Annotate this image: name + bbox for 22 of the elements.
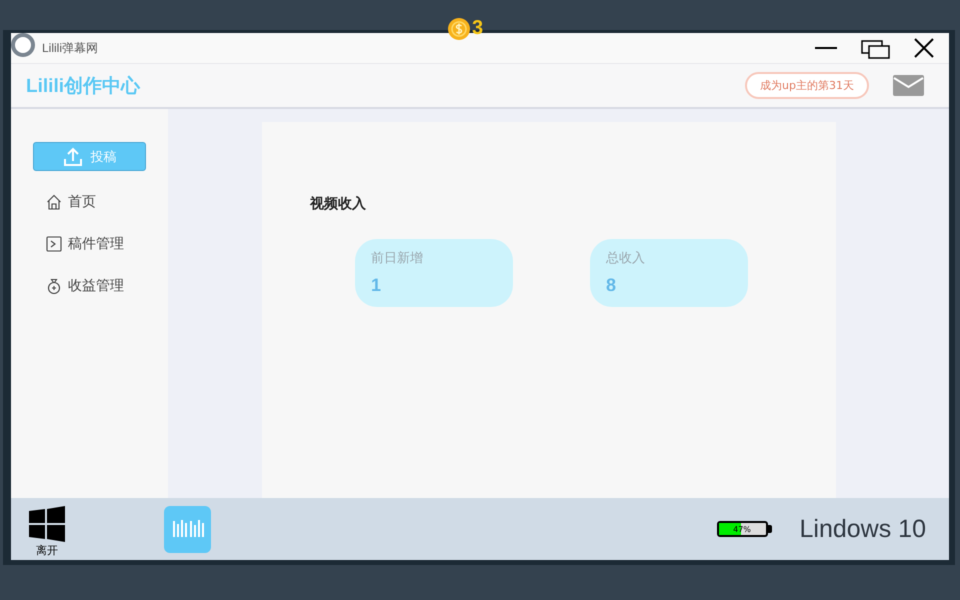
money-bag-icon	[46, 278, 62, 294]
window-title: Lilili弹幕网	[42, 40, 98, 56]
upload-icon	[62, 146, 82, 166]
mail-icon[interactable]	[893, 75, 924, 96]
days-badge: 成为up主的第31天	[745, 72, 869, 99]
stat-value: 8	[606, 275, 616, 296]
start-label: 离开	[36, 543, 58, 558]
section-title: 视频收入	[310, 195, 366, 213]
close-button[interactable]	[913, 37, 935, 59]
stat-value: 1	[371, 275, 382, 296]
app-tile-icon[interactable]	[164, 506, 211, 552]
sidebar-item[interactable]: 首页	[46, 193, 96, 211]
os-name: Lindows 10	[800, 514, 926, 544]
brand-title: Lilili创作中心	[26, 74, 140, 98]
coin-icon	[448, 18, 470, 40]
stat-label: 前日新增	[371, 250, 423, 267]
windows-logo-icon[interactable]	[29, 506, 65, 542]
sidebar-item[interactable]: 稿件管理	[46, 235, 124, 253]
stat-label: 总收入	[606, 250, 645, 267]
home-icon	[46, 194, 62, 210]
sidebar-item[interactable]: 收益管理	[46, 277, 124, 295]
play-square-icon	[46, 236, 62, 252]
